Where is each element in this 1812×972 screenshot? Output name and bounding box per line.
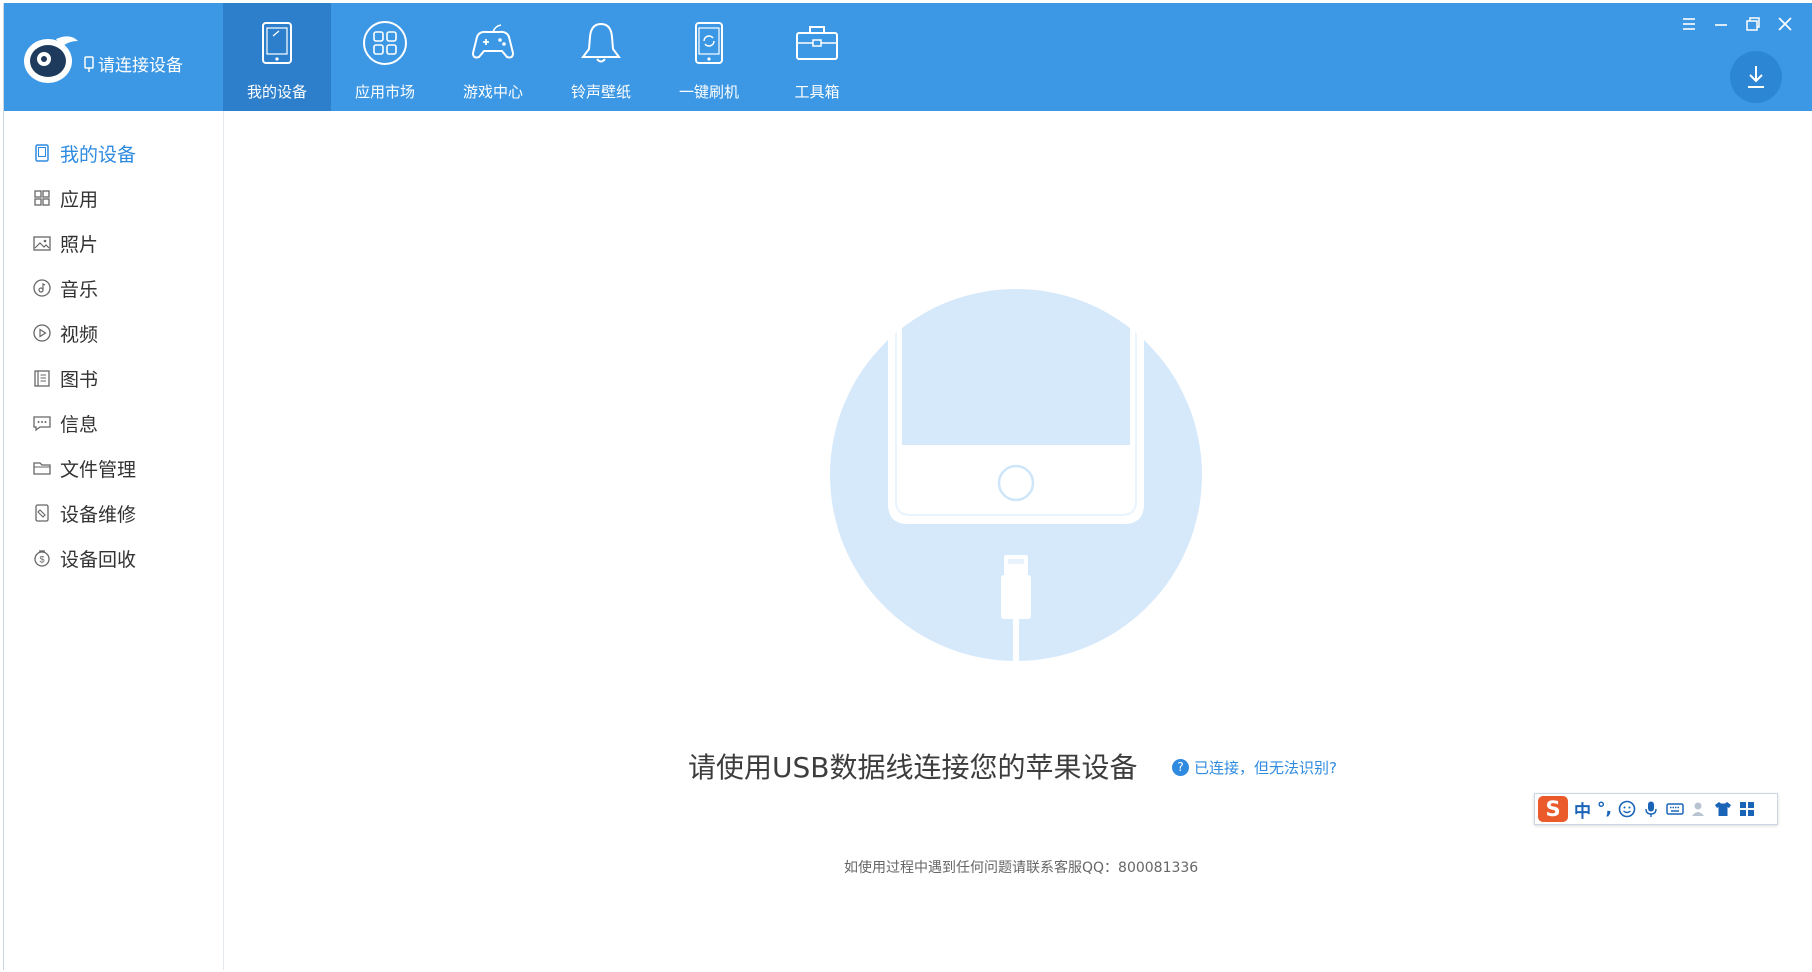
ime-punctuation-toggle[interactable]: °,	[1597, 799, 1612, 819]
phone-plug-icon	[84, 55, 94, 72]
tab-label: 工具箱	[794, 83, 840, 101]
app-window: 请连接设备 我的设备 应用市场 游戏中心 铃声壁纸 一键刷机 工具箱 我的设备 …	[3, 3, 1812, 970]
toolbox-icon	[796, 26, 838, 60]
tab-label: 游戏中心	[462, 83, 523, 101]
tab-toolbox[interactable]: 工具箱	[763, 3, 871, 111]
menu-icon[interactable]	[1678, 13, 1700, 35]
sidebar-item-label: 设备维修	[60, 503, 137, 526]
sidebar-item-photos[interactable]: 照片	[32, 228, 98, 258]
sidebar-item-messages[interactable]: 信息	[32, 408, 98, 438]
top-bar: 请连接设备 我的设备 应用市场 游戏中心 铃声壁纸 一键刷机 工具箱	[4, 3, 1812, 111]
sidebar-item-music[interactable]: 音乐	[32, 273, 98, 303]
repair-icon	[35, 504, 49, 522]
connect-prompt: 请使用USB数据线连接您的苹果设备	[688, 751, 1138, 784]
connect-label: 请连接设备	[98, 56, 183, 76]
user-icon[interactable]	[1690, 800, 1708, 818]
minimize-icon[interactable]	[1710, 13, 1732, 35]
sidebar-item-apps[interactable]: 应用	[32, 183, 98, 213]
sidebar: 我的设备 应用 照片 音乐 视频 图书 信息 文件管理 设备维修 $ 设备回收	[4, 111, 224, 970]
tab-game-center[interactable]: 游戏中心	[439, 3, 547, 111]
help-link-label: 已连接，但无法识别?	[1194, 759, 1337, 777]
recycle-money-icon: $	[34, 550, 50, 567]
play-icon	[33, 324, 51, 342]
sidebar-item-books[interactable]: 图书	[32, 363, 98, 393]
sidebar-item-label: 信息	[60, 413, 99, 436]
book-icon	[34, 370, 50, 387]
connect-phone-illustration	[830, 289, 1202, 661]
folder-icon	[33, 462, 51, 475]
ime-mode-toggle[interactable]: 中	[1574, 797, 1591, 822]
close-icon[interactable]	[1774, 13, 1796, 35]
main-content: 请使用USB数据线连接您的苹果设备 ? 已连接，但无法识别? 如使用过程中遇到任…	[224, 111, 1812, 970]
sidebar-item-device-recycle[interactable]: $ 设备回收	[32, 543, 136, 573]
sidebar-item-label: 音乐	[60, 278, 99, 301]
keyboard-icon[interactable]	[1666, 800, 1684, 818]
sogou-logo-icon[interactable]: S	[1538, 796, 1568, 822]
grid-icon	[34, 190, 50, 206]
connected-not-recognized-link[interactable]: ? 已连接，但无法识别?	[1172, 757, 1337, 778]
connect-status[interactable]: 请连接设备	[84, 51, 183, 76]
bell-icon	[581, 22, 621, 63]
svg-text:$: $	[39, 555, 44, 565]
window-controls	[1678, 13, 1796, 35]
message-icon	[33, 416, 51, 432]
sidebar-item-video[interactable]: 视频	[32, 318, 98, 348]
download-icon	[1748, 66, 1764, 88]
help-question-icon: ?	[1172, 759, 1189, 776]
sidebar-item-label: 照片	[60, 233, 99, 256]
emoji-icon[interactable]	[1618, 800, 1636, 818]
support-contact-note: 如使用过程中遇到任何问题请联系客服QQ：800081336	[844, 860, 1199, 876]
sidebar-item-label: 视频	[60, 323, 99, 346]
tab-label: 一键刷机	[678, 83, 739, 101]
sidebar-item-label: 应用	[60, 188, 99, 211]
sidebar-item-label: 我的设备	[60, 143, 137, 166]
tablet-icon	[262, 22, 292, 64]
device-icon	[35, 144, 49, 162]
app-logo-icon	[24, 36, 78, 83]
main-tabs: 我的设备 应用市场 游戏中心 铃声壁纸 一键刷机 工具箱	[223, 3, 871, 111]
sidebar-item-label: 图书	[60, 368, 99, 391]
sidebar-item-device-repair[interactable]: 设备维修	[32, 498, 136, 528]
skin-shirt-icon[interactable]	[1714, 800, 1732, 818]
tab-label: 铃声壁纸	[570, 83, 631, 101]
sidebar-item-file-manager[interactable]: 文件管理	[32, 453, 136, 483]
sidebar-item-label: 文件管理	[60, 458, 137, 481]
tab-label: 我的设备	[246, 83, 307, 101]
tab-my-device[interactable]: 我的设备	[223, 3, 331, 111]
download-button[interactable]	[1730, 51, 1782, 103]
microphone-icon[interactable]	[1642, 800, 1660, 818]
ime-toolbar: S 中 °,	[1534, 793, 1778, 825]
phone-refresh-icon	[695, 22, 723, 64]
gamepad-icon	[471, 24, 515, 59]
tab-app-market[interactable]: 应用市场	[331, 3, 439, 111]
sidebar-item-label: 设备回收	[60, 548, 137, 571]
image-icon	[33, 236, 51, 251]
sidebar-item-my-device[interactable]: 我的设备	[32, 138, 136, 168]
toolbox-grid-icon[interactable]	[1738, 800, 1756, 818]
tab-one-click-flash[interactable]: 一键刷机	[655, 3, 763, 111]
music-icon	[33, 279, 51, 297]
apps-grid-icon	[363, 21, 407, 65]
tab-ringtone-wallpaper[interactable]: 铃声壁纸	[547, 3, 655, 111]
restore-icon[interactable]	[1742, 13, 1764, 35]
tab-label: 应用市场	[354, 83, 415, 101]
